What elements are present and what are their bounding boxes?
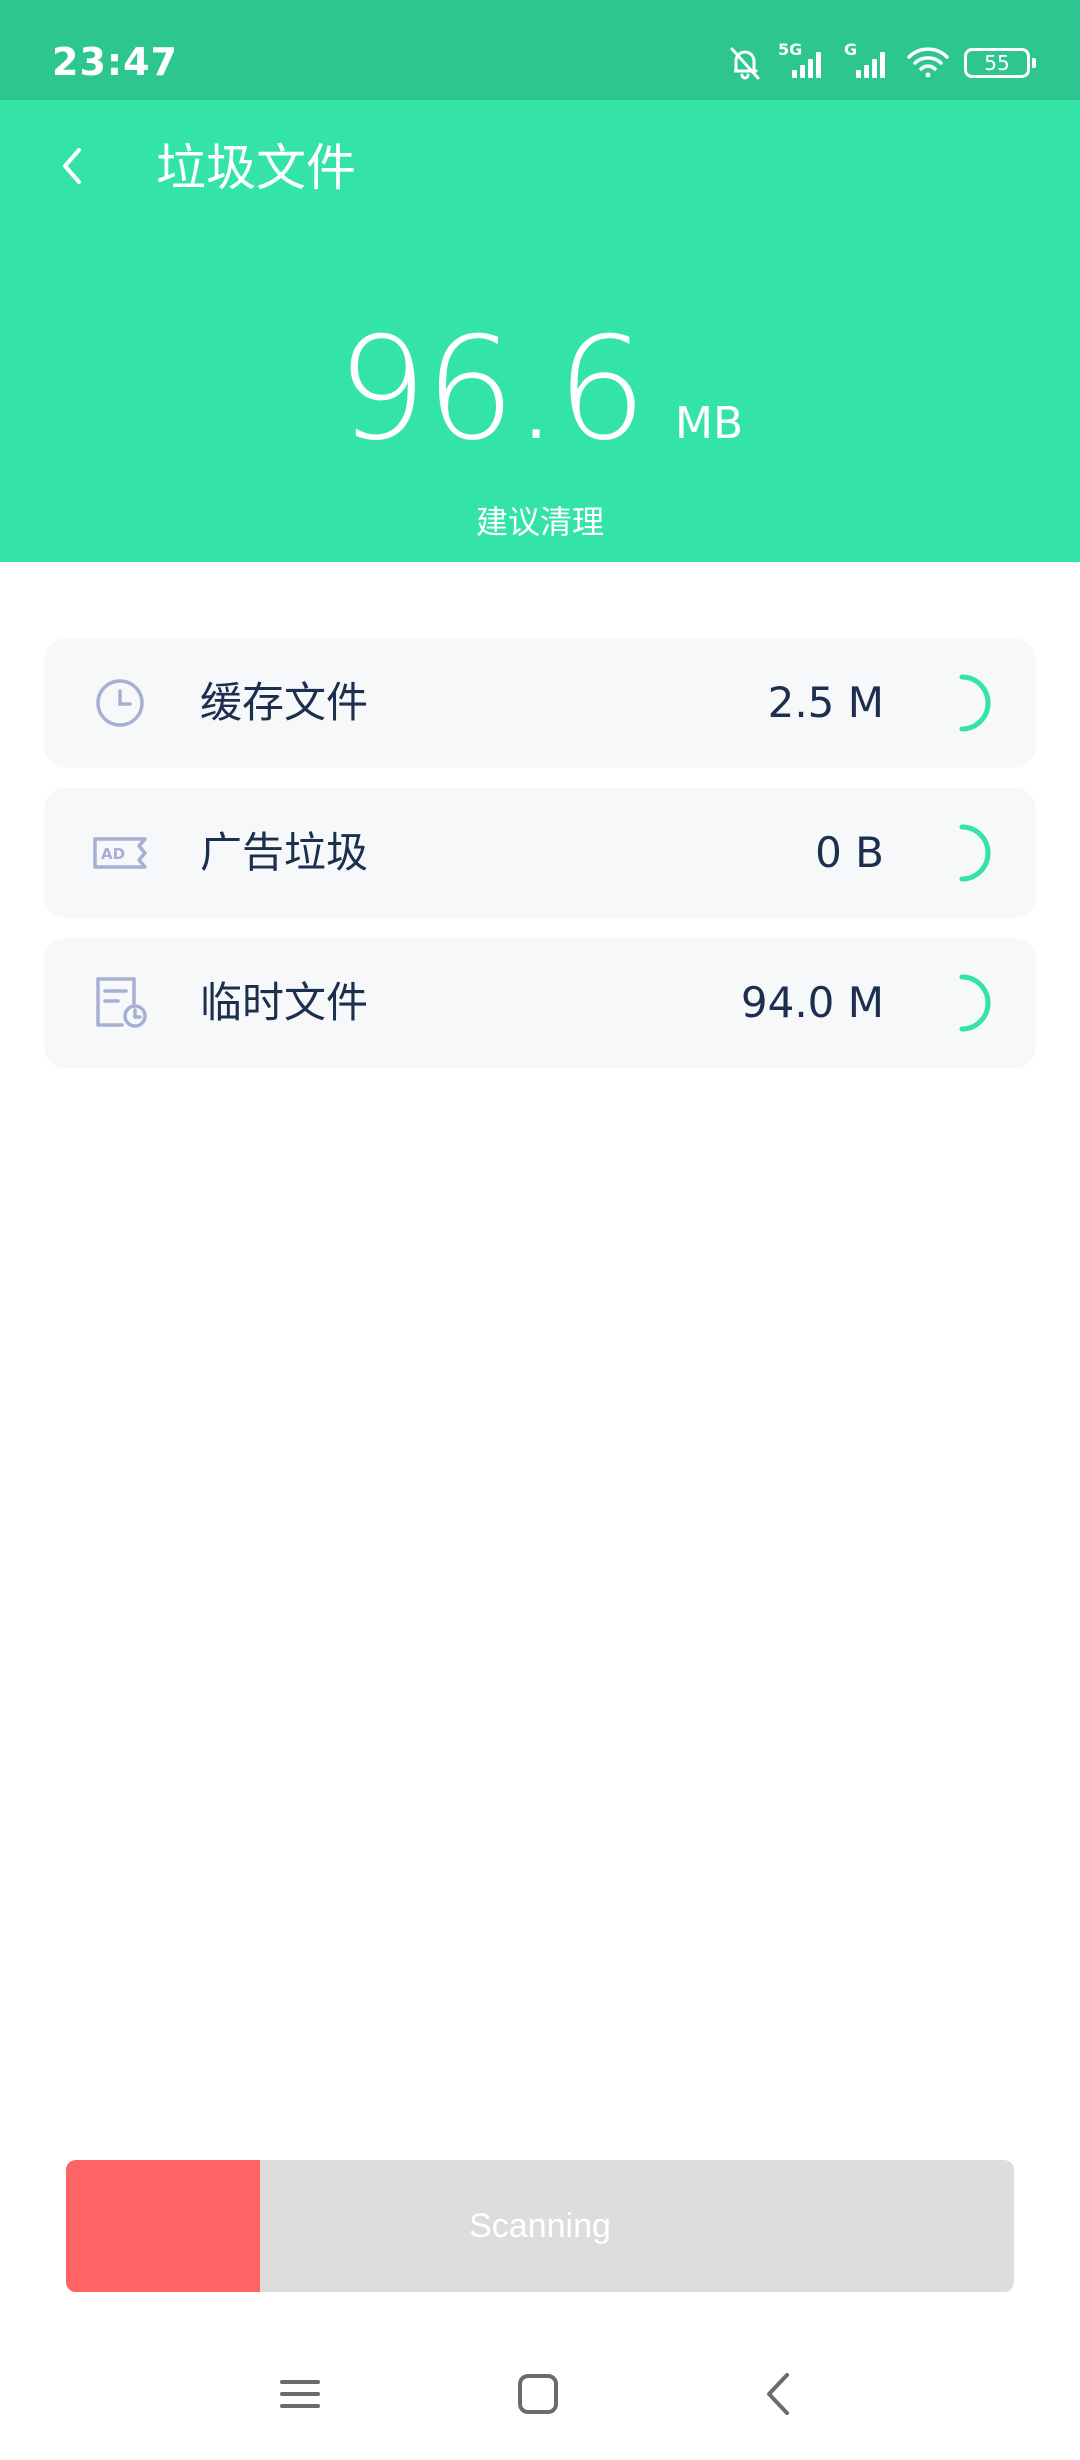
category-size: 2.5 M	[767, 678, 884, 727]
category-item-cache[interactable]: 缓存文件 2.5 M	[44, 638, 1036, 768]
category-label: 缓存文件	[200, 678, 369, 727]
loading-spinner-icon	[959, 824, 991, 882]
clock-icon	[96, 679, 144, 727]
total-size-unit: MB	[675, 398, 744, 449]
status-time: 23:47	[52, 40, 178, 84]
loading-spinner-icon	[959, 974, 991, 1032]
scan-label: Scanning	[469, 2206, 611, 2245]
nav-menu-button[interactable]	[260, 2354, 340, 2434]
status-bar: 23:47 5G G 55	[0, 0, 1080, 100]
battery-level: 55	[984, 51, 1010, 75]
back-button[interactable]	[40, 134, 104, 198]
ad-icon: AD	[93, 837, 147, 869]
total-junk-size: 96.6 MB	[0, 319, 1080, 461]
category-label: 广告垃圾	[200, 828, 369, 877]
nav-home-button[interactable]	[498, 2354, 578, 2434]
home-icon	[518, 2374, 558, 2414]
temp-file-icon	[96, 977, 147, 1028]
status-icons: 5G G 55	[726, 40, 1036, 82]
menu-icon	[280, 2380, 320, 2408]
category-size: 94.0 M	[740, 978, 884, 1027]
page-title: 垃圾文件	[156, 139, 356, 197]
junk-files-screen: 23:47 5G G 55 垃圾文件 96.6 MB 建议清理 缓存文件 2.5…	[0, 0, 1080, 2460]
loading-spinner-icon	[959, 674, 991, 732]
junk-category-list: 缓存文件 2.5 M AD 广告垃圾 0 B 临时文件 94.0 M	[44, 638, 1036, 1088]
network-label-g: G	[844, 40, 858, 59]
category-label: 临时文件	[200, 978, 369, 1027]
nav-back-button[interactable]	[738, 2354, 818, 2434]
header: 垃圾文件 96.6 MB 建议清理	[0, 100, 1080, 562]
back-arrow-icon	[63, 148, 81, 184]
scanning-button[interactable]: Scanning	[66, 2160, 1014, 2292]
signal-g-icon: G	[842, 40, 892, 80]
signal-5g-icon: 5G	[778, 40, 828, 80]
total-size-value: 96.6	[336, 307, 647, 472]
category-item-temp[interactable]: 临时文件 94.0 M	[44, 938, 1036, 1068]
mute-bell-icon	[726, 44, 764, 82]
category-item-ads[interactable]: AD 广告垃圾 0 B	[44, 788, 1036, 918]
back-icon	[767, 2373, 789, 2415]
clean-suggestion: 建议清理	[475, 503, 604, 541]
battery-icon: 55	[964, 48, 1036, 78]
category-size: 0 B	[815, 828, 884, 877]
wifi-icon	[906, 46, 950, 80]
network-label-5g: 5G	[778, 40, 803, 59]
svg-text:AD: AD	[101, 845, 125, 863]
navigation-bar	[0, 2340, 1080, 2460]
